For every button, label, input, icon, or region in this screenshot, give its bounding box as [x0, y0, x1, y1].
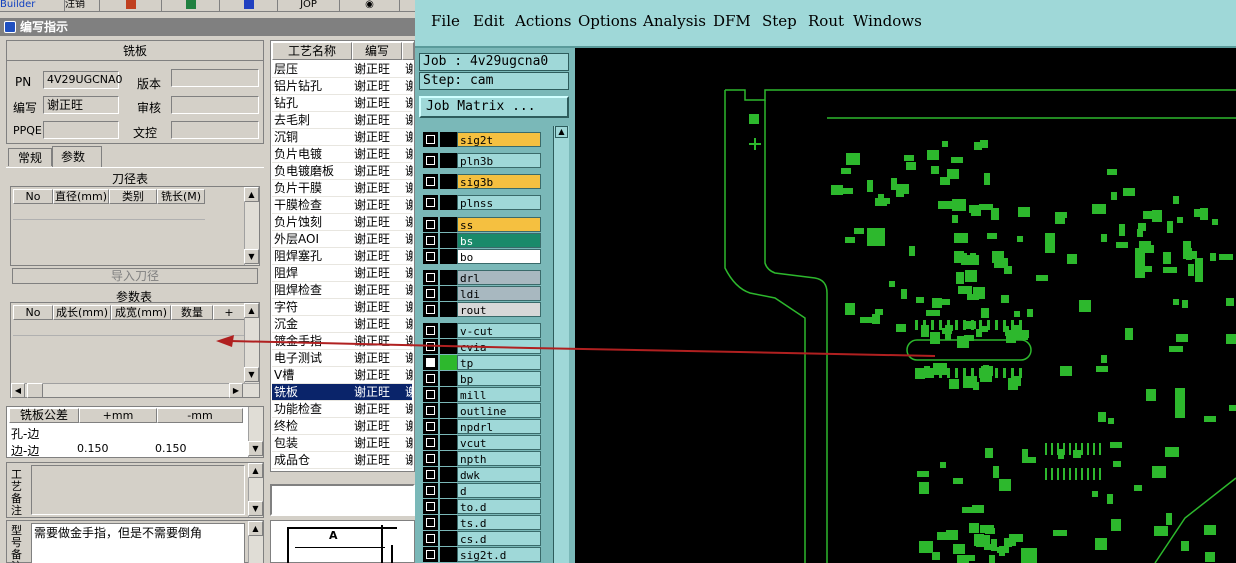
arrow-line [229, 340, 936, 357]
annotation-arrow [216, 335, 936, 357]
arrow-head [216, 335, 234, 347]
